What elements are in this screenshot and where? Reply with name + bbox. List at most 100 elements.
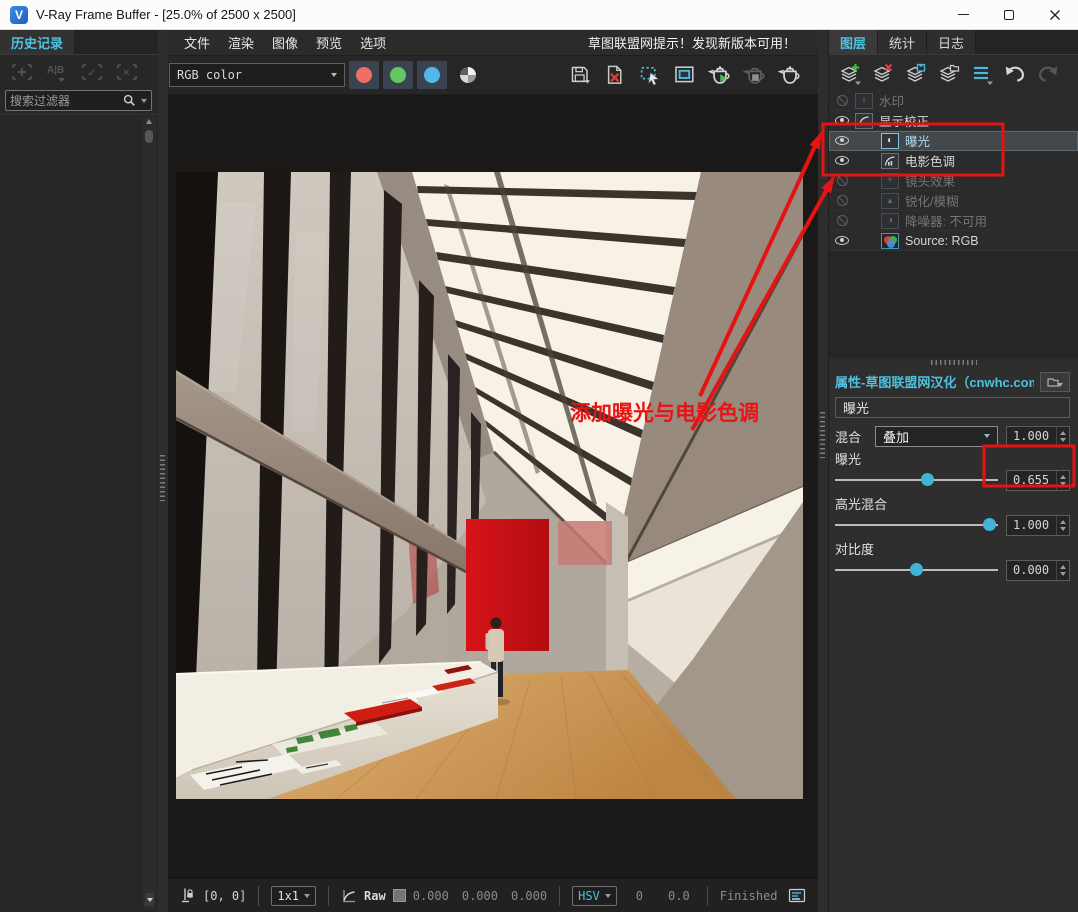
properties-menu-button[interactable] bbox=[1040, 371, 1070, 392]
search-input[interactable] bbox=[10, 93, 123, 108]
layers-toolbar bbox=[829, 55, 1078, 91]
divider bbox=[706, 885, 708, 906]
tab-stats[interactable]: 统计 bbox=[878, 30, 928, 54]
blend-mode-select[interactable]: 叠加 bbox=[875, 425, 998, 447]
visibility-toggle[interactable] bbox=[829, 236, 855, 245]
layer-row-exposure[interactable]: ◐ 曝光 bbox=[829, 131, 1078, 151]
close-button[interactable] bbox=[1032, 0, 1078, 29]
undo-button[interactable] bbox=[1003, 62, 1027, 84]
history-compare-button[interactable]: A|B bbox=[44, 60, 70, 84]
minimize-button[interactable] bbox=[940, 0, 986, 29]
contrast-spinner[interactable]: 0.000 bbox=[1006, 559, 1070, 581]
left-splitter[interactable] bbox=[158, 30, 168, 912]
properties-splitter[interactable] bbox=[829, 358, 1078, 366]
eye-icon bbox=[835, 156, 849, 165]
highlight-slider[interactable] bbox=[835, 512, 998, 538]
layer-row-sharpen-blur[interactable]: ▲ 锐化/模糊 bbox=[829, 191, 1078, 211]
add-layer-button[interactable] bbox=[838, 62, 862, 85]
slider-thumb[interactable] bbox=[920, 473, 934, 486]
load-layers-icon bbox=[939, 64, 960, 82]
mono-channel-button[interactable] bbox=[460, 67, 476, 83]
exposure-icon: ◐ bbox=[881, 132, 899, 149]
visibility-toggle[interactable] bbox=[829, 95, 855, 106]
render-start-button[interactable] bbox=[705, 61, 735, 89]
blend-amount-spinner[interactable]: 1.000 bbox=[1006, 425, 1070, 447]
red-channel-button[interactable] bbox=[349, 61, 379, 89]
scroll-down-button[interactable] bbox=[145, 893, 154, 906]
history-load-button[interactable]: ✓ bbox=[79, 61, 105, 83]
history-delete-button[interactable]: × bbox=[114, 61, 140, 83]
layer-row-watermark[interactable]: i 水印 bbox=[829, 91, 1078, 111]
clear-image-button[interactable] bbox=[600, 61, 630, 89]
menu-options[interactable]: 选项 bbox=[351, 30, 395, 55]
exposure-spinner[interactable]: 0.655 bbox=[1006, 469, 1070, 491]
visibility-toggle[interactable] bbox=[829, 175, 855, 186]
raw-r-value: 0.000 bbox=[412, 888, 449, 903]
spinner-arrows[interactable] bbox=[1056, 560, 1069, 580]
slider-thumb[interactable] bbox=[983, 518, 997, 531]
contrast-slider-row: 0.000 bbox=[835, 557, 1070, 583]
search-icon bbox=[123, 94, 135, 106]
vray-logo-icon: V bbox=[10, 5, 28, 24]
search-options-arrow-icon[interactable] bbox=[141, 98, 147, 103]
menu-render[interactable]: 渲染 bbox=[219, 30, 263, 55]
channel-select[interactable]: RGB color bbox=[169, 63, 345, 87]
scrollbar-thumb[interactable] bbox=[145, 130, 153, 143]
menu-preview[interactable]: 预览 bbox=[307, 30, 351, 55]
layer-row-source-rgb[interactable]: Source: RGB bbox=[829, 231, 1078, 251]
layer-row-filmic-tonemap[interactable]: 电影色调 bbox=[829, 151, 1078, 171]
visibility-toggle[interactable] bbox=[829, 195, 855, 206]
render-stop-button[interactable] bbox=[740, 61, 770, 89]
clear-image-icon bbox=[607, 65, 622, 84]
scroll-down-icon bbox=[146, 897, 153, 902]
tab-history[interactable]: 历史记录 bbox=[0, 30, 75, 54]
save-layers-button[interactable] bbox=[904, 62, 928, 85]
exposure-slider[interactable] bbox=[835, 467, 998, 493]
blue-channel-button[interactable] bbox=[417, 61, 447, 89]
contrast-value: 0.000 bbox=[1013, 563, 1050, 577]
delete-layer-button[interactable] bbox=[871, 62, 895, 85]
tab-layers[interactable]: 图层 bbox=[829, 30, 879, 54]
region-render-toggle[interactable] bbox=[670, 61, 700, 89]
eye-off-icon bbox=[836, 175, 848, 186]
preset-menu-icon bbox=[1047, 377, 1063, 387]
menu-file[interactable]: 文件 bbox=[175, 30, 219, 55]
load-layers-button[interactable] bbox=[937, 62, 961, 85]
visibility-toggle[interactable] bbox=[829, 136, 855, 145]
tab-log[interactable]: 日志 bbox=[927, 30, 977, 54]
spinner-arrows[interactable] bbox=[1056, 426, 1069, 446]
highlight-spinner[interactable]: 1.000 bbox=[1006, 514, 1070, 536]
pixel-ratio-select[interactable]: 1x1 bbox=[271, 885, 317, 906]
layer-list-menu-button[interactable] bbox=[970, 62, 994, 85]
layer-list-empty-area bbox=[829, 251, 1078, 358]
spinner-arrows[interactable] bbox=[1056, 470, 1069, 490]
blend-row: 混合 叠加 1.000 bbox=[835, 424, 1070, 448]
history-scrollbar[interactable] bbox=[143, 117, 156, 909]
right-splitter[interactable] bbox=[818, 30, 828, 912]
layer-row-display-correction[interactable]: 显示校正 bbox=[829, 111, 1078, 131]
slider-thumb[interactable] bbox=[909, 563, 923, 576]
spinner-arrows[interactable] bbox=[1056, 515, 1069, 535]
visibility-toggle[interactable] bbox=[829, 116, 855, 125]
last-render-teapot-icon bbox=[777, 66, 800, 84]
visibility-toggle[interactable] bbox=[829, 156, 855, 165]
render-last-button[interactable] bbox=[775, 61, 805, 89]
layer-label: 降噪器: 不可用 bbox=[905, 215, 987, 229]
log-console-icon[interactable] bbox=[788, 887, 806, 904]
contrast-slider[interactable] bbox=[835, 557, 998, 583]
region-select-button[interactable] bbox=[635, 61, 665, 89]
pixel-ratio-value: 1x1 bbox=[277, 888, 300, 903]
add-to-history-icon bbox=[12, 64, 32, 80]
redo-button[interactable] bbox=[1036, 62, 1060, 84]
maximize-button[interactable] bbox=[986, 0, 1032, 29]
green-channel-button[interactable] bbox=[383, 61, 413, 89]
visibility-toggle[interactable] bbox=[829, 215, 855, 226]
layer-row-lens-effects[interactable]: + 镜头效果 bbox=[829, 171, 1078, 191]
eye-off-icon bbox=[836, 215, 848, 226]
menu-image[interactable]: 图像 bbox=[263, 30, 307, 55]
title-bar: V V-Ray Frame Buffer - [25.0% of 2500 x … bbox=[0, 0, 1078, 30]
history-save-button[interactable] bbox=[9, 61, 35, 83]
layer-row-denoiser[interactable]: ◑ 降噪器: 不可用 bbox=[829, 211, 1078, 231]
save-image-button[interactable] bbox=[565, 61, 595, 89]
color-mode-select[interactable]: HSV bbox=[572, 885, 617, 906]
